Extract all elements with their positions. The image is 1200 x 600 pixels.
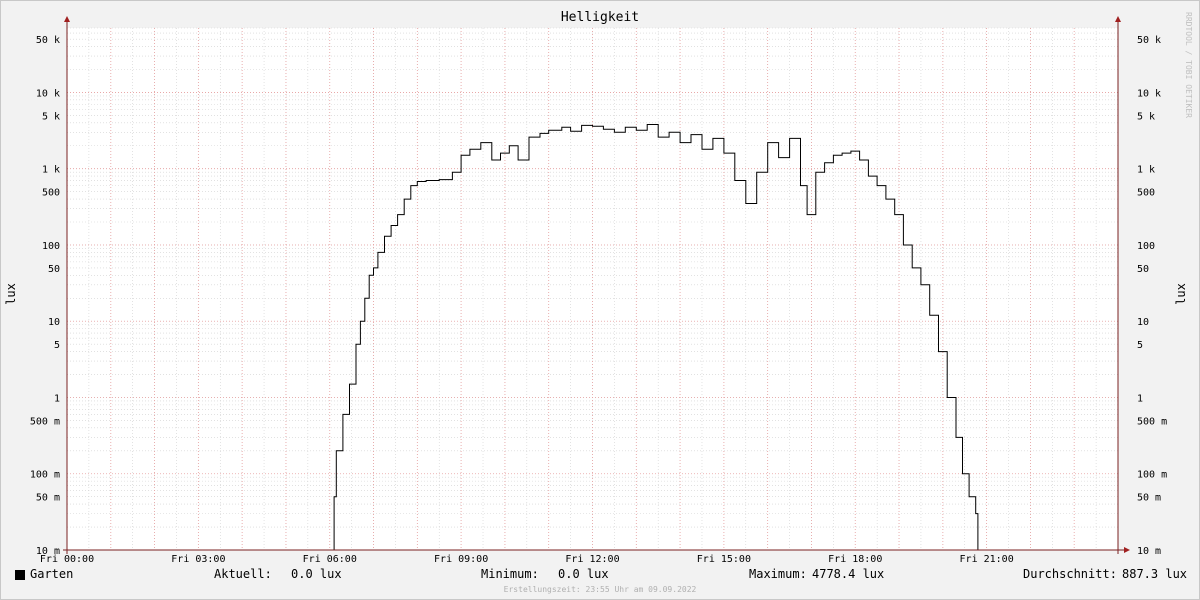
legend-current-label: Aktuell:: [214, 567, 272, 581]
legend-swatch-garten: [15, 570, 25, 580]
chart-frame: [0, 0, 1200, 600]
legend-avg-label: Durchschnitt:: [1023, 567, 1117, 581]
legend-max-label: Maximum:: [749, 567, 807, 581]
legend-max-value: 4778.4 lux: [812, 567, 885, 581]
rrdtool-watermark: RRDTOOL / TOBI OETIKER: [1184, 12, 1193, 118]
y-axis-label-left: lux: [3, 283, 18, 305]
legend-entry-garten: Garten: [30, 567, 74, 581]
footer-timestamp: Erstellungszeit: 23:55 Uhr am 09.09.2022: [503, 585, 697, 594]
legend-avg-value: 887.3 lux: [1122, 567, 1188, 581]
legend-current-value: 0.0 lux: [291, 567, 342, 581]
legend-min-label: Minimum:: [481, 567, 539, 581]
chart-title: Helligkeit: [560, 10, 640, 25]
svg-text:RRDTOOL / TOBI OETIKER: RRDTOOL / TOBI OETIKER: [1184, 12, 1193, 118]
y-axis-label-right: lux: [1173, 283, 1188, 305]
legend-min-value: 0.0 lux: [558, 567, 609, 581]
